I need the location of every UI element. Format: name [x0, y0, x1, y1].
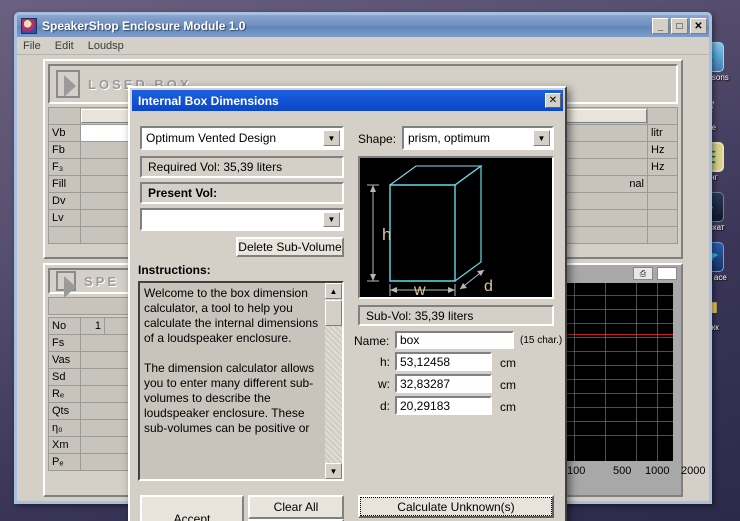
row-index[interactable]: 1: [80, 317, 105, 335]
row-label: Fs: [48, 334, 81, 352]
maximize-button[interactable]: □: [671, 18, 688, 34]
row-label: η₀: [48, 419, 81, 437]
application-window: SpeakerShop Enclosure Module 1.0 _ □ ✕ F…: [14, 12, 712, 521]
row-label: Fill: [48, 175, 81, 193]
clear-all-button[interactable]: Clear All: [248, 495, 344, 519]
height-unit: cm: [500, 356, 516, 370]
box-diagram-svg: h w d: [367, 164, 493, 299]
row-unit: Hz: [647, 141, 678, 159]
row-label: Lv: [48, 209, 81, 227]
scroll-up-icon[interactable]: ▲: [325, 283, 342, 299]
minimize-button[interactable]: _: [652, 18, 669, 34]
page-icon[interactable]: [657, 266, 677, 280]
row-label: Pₑ: [48, 453, 81, 471]
speaker-icon: [56, 271, 76, 298]
window-title: SpeakerShop Enclosure Module 1.0: [42, 19, 246, 33]
width-field-label: w:: [378, 377, 390, 391]
row-label: Sd: [48, 368, 81, 386]
calculate-unknowns-label: Calculate Unknown(s): [360, 497, 552, 516]
depth-unit: cm: [500, 400, 516, 414]
shape-label: Shape:: [358, 132, 397, 146]
shape-combobox[interactable]: prism, optimum ▼: [402, 126, 554, 150]
row-label: Fb: [48, 141, 81, 159]
enclosure-icon: [56, 70, 80, 98]
row-label: No: [48, 317, 81, 335]
menu-item-file[interactable]: File: [23, 40, 41, 52]
depth-field-label: d:: [380, 399, 391, 413]
instructions-panel: Welcome to the box dimension calculator,…: [138, 281, 344, 481]
shape-value: prism, optimum: [408, 131, 491, 145]
row-unit: Hz: [647, 158, 678, 176]
width-input[interactable]: 32,83287: [395, 374, 492, 393]
window-controls: _ □ ✕: [652, 18, 707, 34]
row-unit: litr: [647, 124, 678, 142]
close-button[interactable]: ✕: [690, 18, 707, 34]
row-label: Dv: [48, 192, 81, 210]
box-front-face: [389, 184, 456, 282]
window-title-bar[interactable]: SpeakerShop Enclosure Module 1.0 _ □ ✕: [17, 15, 709, 37]
footer-unit-cell: [647, 226, 678, 244]
dialog-close-icon[interactable]: ✕: [545, 93, 561, 108]
box-diagram: h w d: [358, 156, 554, 299]
instructions-text: Welcome to the box dimension calculator,…: [144, 286, 319, 435]
calculate-unknowns-button[interactable]: Calculate Unknown(s): [358, 495, 554, 518]
height-input[interactable]: 53,12458: [395, 352, 492, 371]
sub-volume-label: Sub-Vol: 35,39 liters: [358, 305, 554, 326]
name-input[interactable]: box: [395, 331, 514, 349]
printer-icon[interactable]: ⎙: [633, 266, 653, 280]
x-tick-label: 500: [613, 465, 632, 477]
desktop: 🐦 y Bird sons ❦ zzle ☰ жонг ◔ ро искат 🐦…: [0, 0, 740, 521]
internal-box-dimensions-dialog: Internal Box Dimensions ✕ Optimum Vented…: [128, 86, 567, 521]
row-unit: [647, 209, 678, 227]
height-field-label: h:: [380, 355, 391, 369]
scrollbar-thumb[interactable]: [325, 300, 342, 326]
width-label: w: [413, 282, 426, 299]
instructions-scrollbar[interactable]: ▲ ▼: [325, 283, 342, 479]
depth-input[interactable]: 20,29183: [395, 396, 492, 415]
name-label: Name:: [354, 334, 390, 348]
delete-subvolume-button[interactable]: Delete Sub-Volume: [236, 237, 344, 257]
box-side-face: [454, 164, 482, 282]
dialog-title-bar[interactable]: Internal Box Dimensions ✕: [132, 90, 563, 111]
accept-button[interactable]: Accept: [140, 495, 244, 521]
width-unit: cm: [500, 378, 516, 392]
row-label: Xm: [48, 436, 81, 454]
row-label: F₃: [48, 158, 81, 176]
speaker-panel-title: SPE: [84, 273, 120, 289]
menu-item-loudspeaker[interactable]: Loudsp: [88, 40, 124, 52]
required-volume-label: Required Vol: 35,39 liters: [140, 156, 344, 178]
chevron-down-icon[interactable]: ▼: [323, 212, 340, 227]
menu-item-edit[interactable]: Edit: [55, 40, 74, 52]
x-tick-label: 2000: [681, 465, 706, 477]
row-unit: [647, 175, 678, 193]
chevron-down-icon[interactable]: ▼: [533, 130, 550, 146]
row-label: Rₑ: [48, 385, 81, 403]
application-body: LOSED BOX Optim Custom Vb: [17, 55, 709, 521]
depth-label: d: [484, 278, 493, 295]
row-label: Qts: [48, 402, 81, 420]
menu-bar: File Edit Loudsp: [17, 37, 709, 55]
instructions-label: Instructions:: [138, 263, 211, 277]
row-unit: [647, 192, 678, 210]
scroll-down-icon[interactable]: ▼: [325, 463, 342, 479]
design-type-combobox[interactable]: Optimum Vented Design ▼: [140, 126, 344, 150]
subvolume-combobox[interactable]: ▼: [140, 208, 344, 231]
height-label: h: [382, 225, 391, 244]
x-tick-label: 100: [567, 465, 586, 477]
row-label: Vas: [48, 351, 81, 369]
dialog-body: Optimum Vented Design ▼ Shape: prism, op…: [130, 113, 565, 521]
design-type-value: Optimum Vented Design: [146, 131, 277, 145]
name-hint: (15 char.): [520, 335, 563, 346]
speaker-app-icon: [21, 18, 37, 34]
unit-column-header: [647, 107, 678, 125]
row-label: Vb: [48, 124, 81, 142]
chevron-down-icon[interactable]: ▼: [323, 130, 340, 146]
footer-corner: [48, 226, 81, 244]
present-volume-label: Present Vol:: [140, 182, 344, 204]
empty-corner: [48, 107, 81, 125]
x-tick-label: 1000: [645, 465, 670, 477]
dialog-title: Internal Box Dimensions: [138, 93, 279, 108]
